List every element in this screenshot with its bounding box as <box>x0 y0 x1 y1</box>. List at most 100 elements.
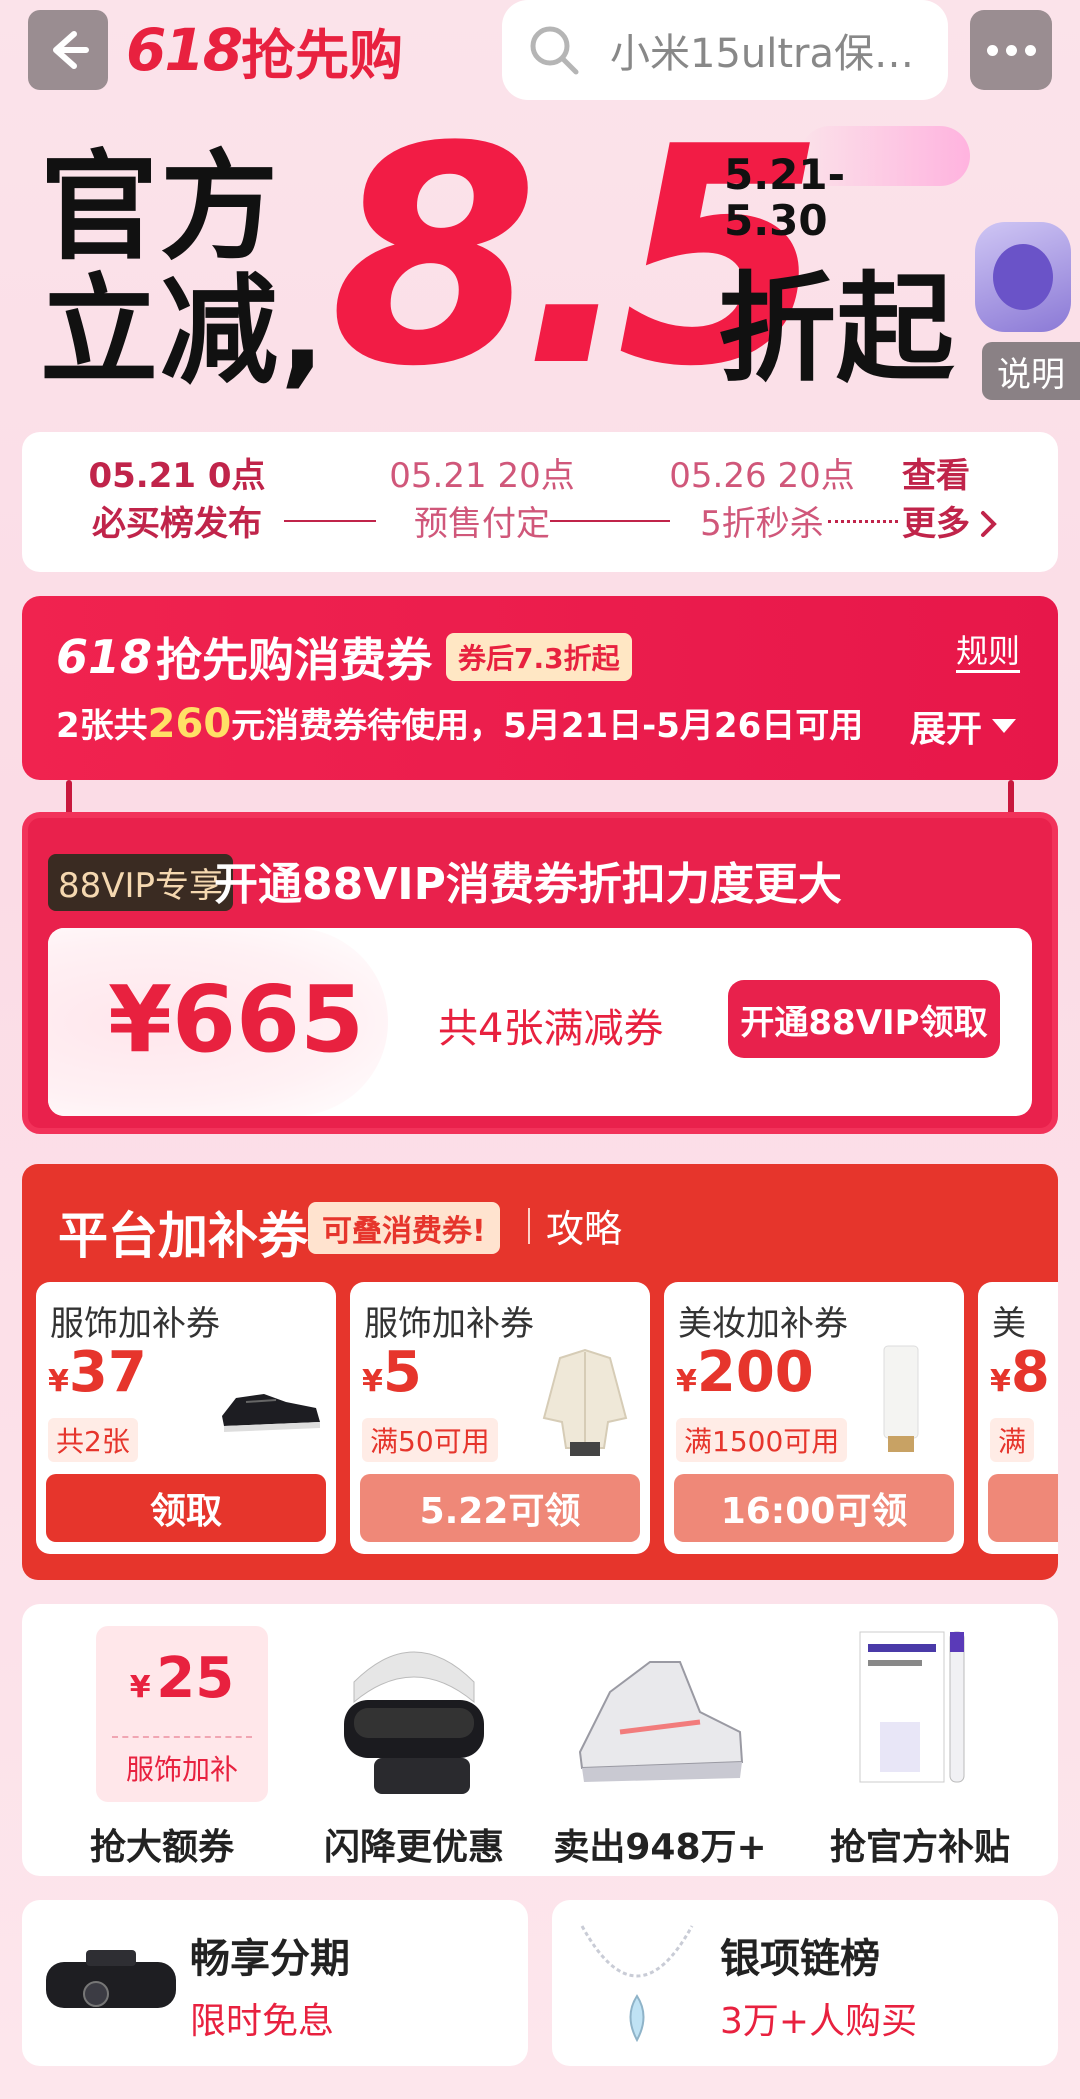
entry-best-seller[interactable]: 卖出948万+ <box>540 1622 780 1868</box>
platform-coupon[interactable]: 服饰加补券 ¥5 满50可用 5.22可领 <box>350 1282 650 1554</box>
vip-open-button[interactable]: 开通88VIP领取 <box>728 980 1000 1058</box>
entry-label: 抢官方补贴 <box>829 1827 1010 1868</box>
explain-button[interactable]: 说明 <box>982 342 1080 400</box>
guide-link[interactable]: 攻略 <box>546 1198 622 1253</box>
card-title: 畅享分期 <box>190 1936 350 1982</box>
silver-necklace-card[interactable]: 银项链榜 3万+人购买 <box>552 1900 1058 2066</box>
hero-date: 5.21- 5.30 <box>724 152 845 244</box>
currency-symbol: ¥ <box>676 1364 697 1399</box>
coupon-name: 美 <box>992 1304 1026 1344</box>
entry-official-subsidy[interactable]: 抢官方补贴 <box>800 1622 1040 1868</box>
coupon-condition: 共2张 <box>48 1418 138 1462</box>
timeline-step[interactable]: 05.26 20点 5折秒杀 <box>642 452 882 548</box>
entry-label: 卖出948万+ <box>553 1827 767 1868</box>
vip-coupon-card: 88VIP专享 开通88VIP消费券折扣力度更大 ¥665 共4张满减券 开通8… <box>22 812 1058 1134</box>
logo-text: 抢先购 <box>241 23 404 87</box>
coupon-value: ¥200 <box>676 1340 814 1405</box>
medicine-box-image <box>859 1631 965 1783</box>
currency-symbol: ¥ <box>129 1670 151 1705</box>
platform-coupon[interactable]: 美 ¥8 满 <box>978 1282 1058 1554</box>
sneaker-image <box>222 1394 320 1432</box>
entry-flash-sale[interactable]: 闪降更优惠 <box>294 1622 534 1868</box>
back-arrow-icon <box>53 31 89 69</box>
hero-suffix: 折起 <box>718 260 955 398</box>
rule-link[interactable]: 规则 <box>956 626 1020 672</box>
coupon-subtitle: 服饰加补 <box>125 1753 238 1786</box>
entry-label: 抢大额券 <box>89 1827 234 1868</box>
consumer-coupon-card: 618 抢先购消费券 券后7.3折起 规则 2张共260元消费券待使用，5月21… <box>22 596 1058 780</box>
platform-coupon-section: 平台加补券 可叠消费券! 攻略 服饰加补券 ¥37 共2张 领取 服饰加补券 ¥… <box>22 1164 1058 1580</box>
coupon-name: 美妆加补券 <box>678 1304 848 1344</box>
desc-amount: 260 <box>147 701 232 747</box>
coupon-name: 服饰加补券 <box>50 1304 220 1344</box>
card-title: 银项链榜 <box>720 1936 880 1982</box>
coupon-amount: 37 <box>68 1340 147 1405</box>
timeline-dotted-connector <box>828 520 898 523</box>
sneaker-image <box>578 1661 744 1782</box>
card-subtitle: 3万+人购买 <box>720 2001 918 2042</box>
expand-button[interactable]: 展开 <box>910 700 1017 752</box>
mascot-icon[interactable] <box>975 222 1071 332</box>
hero-line-2: 立减, <box>40 262 327 400</box>
dot-icon <box>1005 44 1017 56</box>
platform-coupon[interactable]: 服饰加补券 ¥37 共2张 领取 <box>36 1282 336 1554</box>
platform-coupon[interactable]: 美妆加补券 ¥200 满1500可用 16:00可领 <box>664 1282 964 1554</box>
chevron-right-icon <box>981 511 997 537</box>
coupon-condition: 满 <box>990 1418 1035 1462</box>
coupon-discount-badge: 券后7.3折起 <box>446 633 632 681</box>
claim-button[interactable]: 领取 <box>46 1474 326 1542</box>
vip-amount: ¥665 <box>108 966 365 1073</box>
logo-number: 618 <box>126 16 243 84</box>
dot-icon <box>986 44 998 56</box>
timeline-more-link[interactable]: 查看 更多 <box>902 452 1012 548</box>
timeline-step[interactable]: 05.21 20点 预售付定 <box>362 452 602 548</box>
coupon-25-tile: ¥ 25 服饰加补 <box>96 1626 268 1802</box>
search-icon <box>530 26 579 75</box>
timeline-name: 必买榜发布 <box>92 504 262 544</box>
divider <box>528 1208 530 1244</box>
coupon-value: ¥37 <box>48 1340 147 1405</box>
more-menu-button[interactable] <box>970 10 1052 90</box>
coupon-amount: 200 <box>696 1340 814 1405</box>
desc-prefix: 2张共 <box>56 706 148 746</box>
vip-description: 共4张满减券 <box>438 1006 664 1052</box>
hero-date-start: 5.21- <box>724 150 846 199</box>
timeline-date: 05.21 0点 <box>88 456 266 496</box>
desc-suffix: 元消费券待使用，5月21日-5月26日可用 <box>231 706 864 746</box>
coupon-value: 25 <box>156 1646 235 1711</box>
coupon-name: 服饰加补券 <box>364 1304 534 1344</box>
search-text: 小米15ultra保… <box>610 31 915 77</box>
timeline-card: 05.21 0点 必买榜发布 05.21 20点 预售付定 05.26 20点 … <box>22 432 1058 572</box>
timeline-name: 预售付定 <box>414 504 550 544</box>
back-button[interactable] <box>28 10 108 90</box>
expand-label: 展开 <box>910 709 983 750</box>
timeline-date: 05.21 20点 <box>389 456 575 496</box>
dot-icon <box>1024 44 1036 56</box>
hero-date-end: 5.30 <box>724 196 828 245</box>
hero-line-1: 官方 <box>40 138 281 276</box>
timeline-step[interactable]: 05.21 0点 必买榜发布 <box>62 452 292 548</box>
coupon-amount: 8 <box>1010 1340 1050 1405</box>
claim-button[interactable]: 5.22可领 <box>360 1474 640 1542</box>
card-subtitle: 限时免息 <box>190 2001 335 2042</box>
coupon-value: ¥5 <box>362 1340 422 1405</box>
currency-symbol: ¥ <box>362 1364 383 1399</box>
installment-card[interactable]: 畅享分期 限时免息 <box>22 1900 528 2066</box>
more-line-1: 查看 <box>902 456 970 496</box>
currency-symbol: ¥ <box>48 1364 69 1399</box>
jacket-image <box>542 1348 628 1456</box>
dashcam-image <box>46 1950 176 2008</box>
claim-button[interactable] <box>988 1474 1058 1542</box>
platform-title: 平台加补券 <box>58 1207 308 1265</box>
coupon-description: 2张共260元消费券待使用，5月21日-5月26日可用 <box>56 698 863 747</box>
coupon-25-amount: ¥ 25 <box>96 1646 268 1711</box>
claim-button[interactable]: 16:00可领 <box>674 1474 954 1542</box>
massager-image <box>344 1651 484 1794</box>
coupon-condition: 满1500可用 <box>676 1418 848 1462</box>
coupon-condition: 满50可用 <box>362 1418 498 1462</box>
platform-badge: 可叠消费券! <box>308 1202 500 1254</box>
vip-coupon-panel: ¥665 共4张满减券 开通88VIP领取 <box>48 928 1032 1116</box>
entry-big-coupon[interactable]: ¥ 25 服饰加补 抢大额券 <box>42 1622 282 1868</box>
necklace-image <box>580 1925 694 2043</box>
currency-symbol: ¥ <box>990 1364 1011 1399</box>
